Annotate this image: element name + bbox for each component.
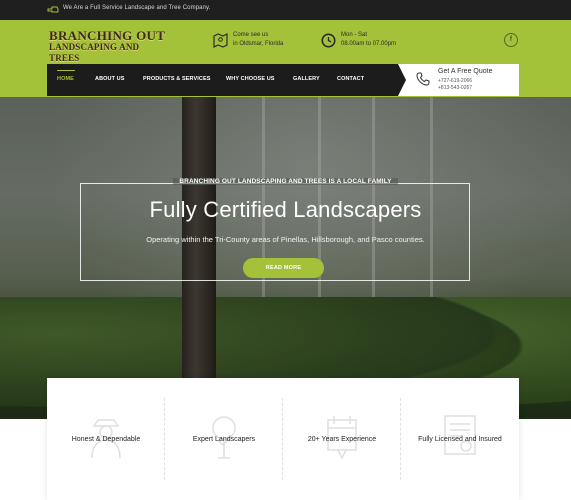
nav-item-products-services[interactable]: PRODUCTS & SERVICES [143, 76, 211, 82]
read-more-button[interactable]: READ MORE [243, 258, 324, 278]
free-quote-box[interactable]: Get A Free Quote +727-619-2066 +813-543-… [398, 64, 519, 96]
brand-line-2: LANDSCAPING AND TREES [49, 42, 140, 63]
feature-expert-landscapers: Expert Landscapers [165, 378, 283, 500]
hero-title: Fully Certified Landscapers [149, 197, 422, 222]
feature-honest-dependable: Honest & Dependable [47, 378, 165, 500]
feature-label: Fully Licensed and Insured [418, 436, 502, 443]
top-bar: We Are a Full Service Landscape and Tree… [0, 0, 571, 20]
feature-label: Honest & Dependable [71, 436, 141, 443]
main-nav: HOME ABOUT US PRODUCTS & SERVICES WHY CH… [47, 64, 407, 96]
feature-licensed-insured: Fully Licensed and Insured [401, 378, 519, 500]
feature-years-experience: 20+ Years Experience [283, 378, 401, 500]
phone-icon [416, 72, 430, 86]
hero-kicker-text: BRANCHING OUT LANDSCAPING AND TREES IS A… [173, 178, 398, 185]
map-icon [213, 33, 228, 48]
feature-label: Expert Landscapers [192, 436, 256, 443]
quote-phone-2[interactable]: +813-543-0267 [438, 85, 472, 91]
nav-item-why-choose-us[interactable]: WHY CHOOSE US [226, 76, 275, 82]
nav-item-home[interactable]: HOME [57, 76, 74, 82]
features-card: Honest & Dependable Expert Landscapers 2… [47, 378, 519, 500]
hero-kicker: BRANCHING OUT LANDSCAPING AND TREES IS A… [0, 178, 571, 185]
hero-banner: BRANCHING OUT LANDSCAPING AND TREES IS A… [0, 97, 571, 419]
brand-logo[interactable]: BRANCHING OUT LANDSCAPING AND TREES [49, 28, 169, 63]
hours-line-2: 08.00am to 07.00pm [341, 41, 397, 47]
hours-line-1: Mon - Sat [341, 32, 368, 38]
quote-phone-1[interactable]: +727-619-2066 [438, 78, 472, 84]
quote-title: Get A Free Quote [438, 68, 493, 75]
brand-line-1: BRANCHING OUT [49, 28, 166, 43]
topbar-text: We Are a Full Service Landscape and Tree… [63, 5, 211, 11]
clock-icon [321, 33, 336, 48]
location-line-1: Come see us [233, 32, 269, 38]
active-indicator [57, 70, 75, 71]
nav-item-contact[interactable]: CONTACT [337, 76, 364, 82]
location-line-2: in Oldsmar, Florida [233, 41, 284, 47]
hand-point-icon [47, 6, 59, 13]
facebook-icon[interactable]: f [504, 33, 518, 47]
nav-item-about-us[interactable]: ABOUT US [95, 76, 125, 82]
feature-label: 20+ Years Experience [307, 436, 377, 443]
nav-item-gallery[interactable]: GALLERY [293, 76, 320, 82]
hero-subtitle: Operating within the Tri-County areas of… [146, 235, 425, 244]
